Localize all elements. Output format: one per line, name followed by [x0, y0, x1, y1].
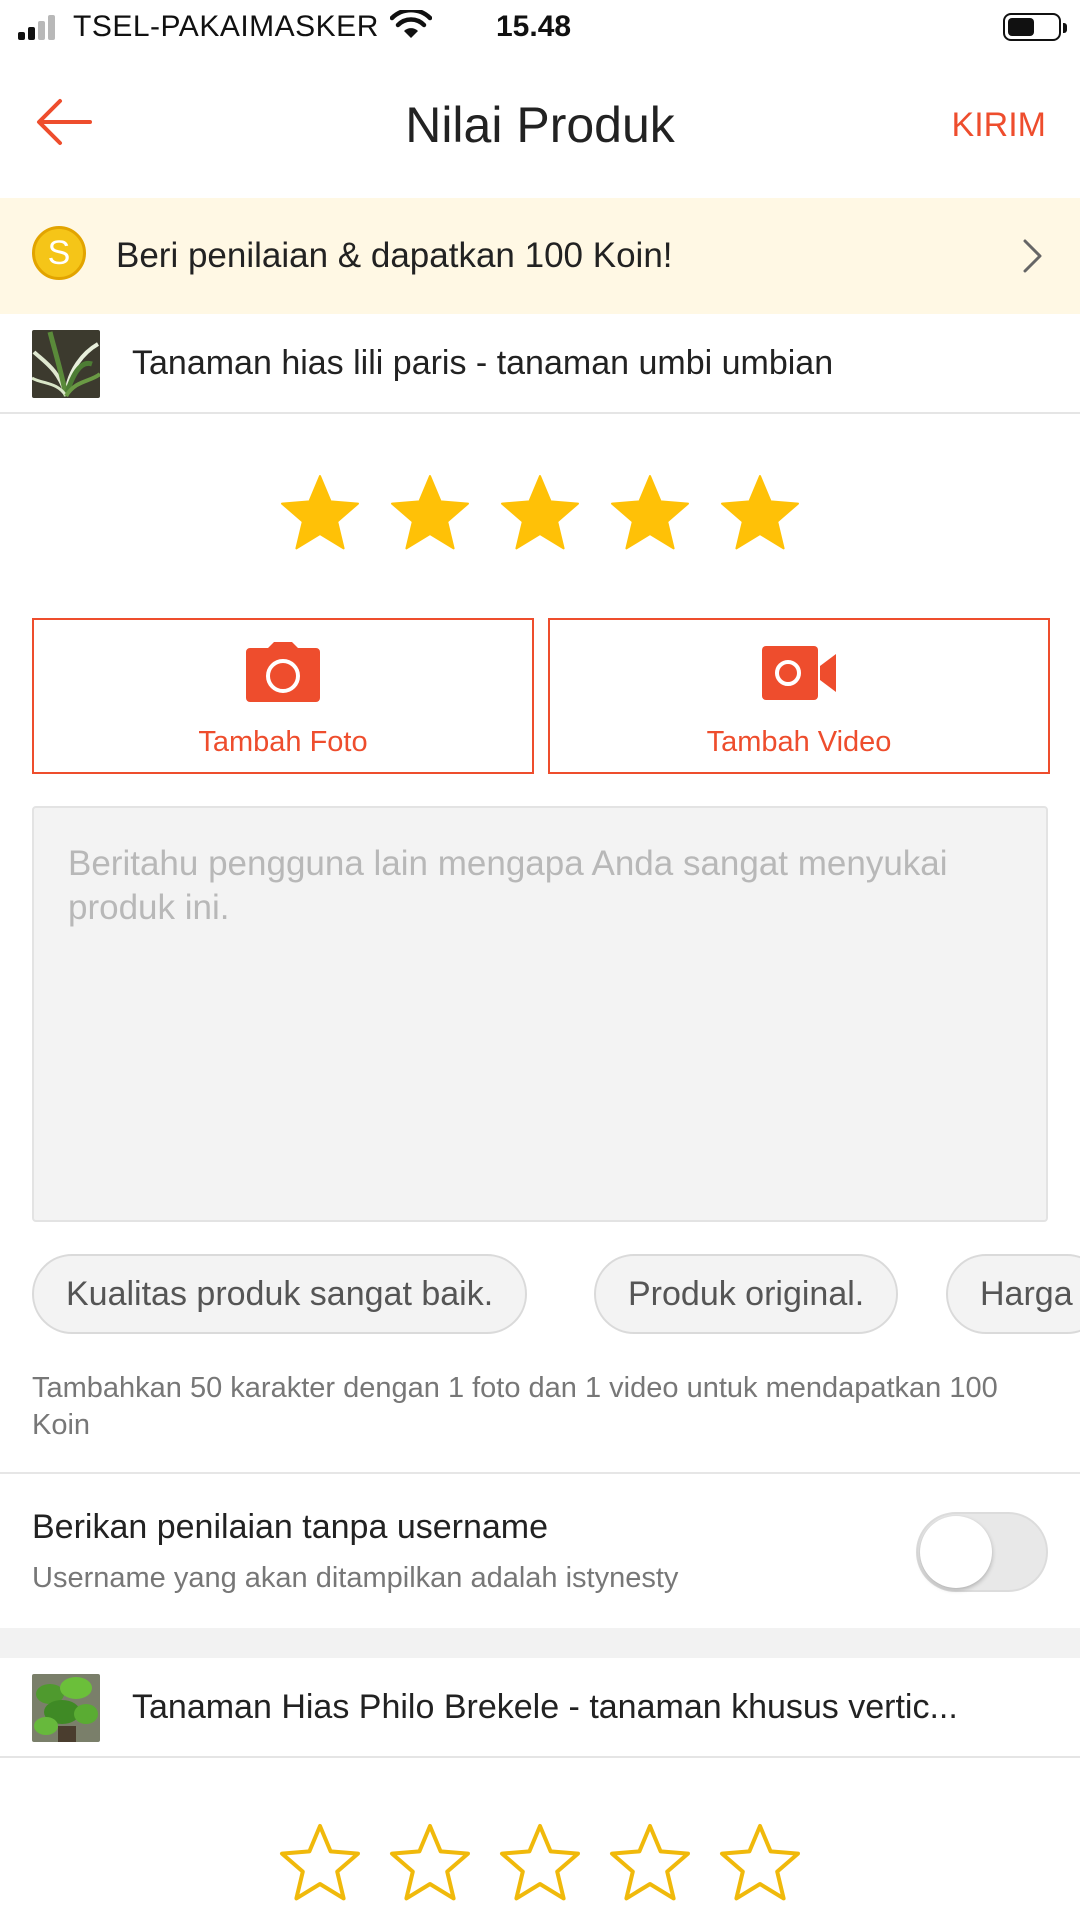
star-filled-icon[interactable] [606, 472, 694, 560]
add-video-label: Tambah Video [706, 726, 892, 758]
star-filled-icon[interactable] [276, 472, 364, 560]
quick-tag-chip[interactable]: Produk original. [594, 1254, 899, 1334]
anonymous-review-toggle[interactable] [916, 1512, 1048, 1592]
review-textarea[interactable]: Beritahu pengguna lain mengapa Anda sang… [32, 806, 1048, 1222]
quick-tag-chip[interactable]: Harga [946, 1254, 1080, 1334]
battery-icon [1003, 13, 1067, 41]
coin-symbol: S [47, 234, 71, 272]
section-separator [0, 1628, 1080, 1658]
video-camera-icon [762, 646, 836, 700]
coin-hint-text: Tambahkan 50 karakter dengan 1 foto dan … [32, 1372, 998, 1441]
top-bar: Nilai Produk KIRIM [0, 54, 1080, 200]
product-row: Tanaman hias lili paris - tanaman umbi u… [0, 314, 1080, 414]
quick-tag-chip[interactable]: Kualitas produk sangat baik. [32, 1254, 528, 1334]
add-video-button[interactable]: Tambah Video [548, 618, 1050, 774]
divider [0, 1472, 1080, 1474]
star-rating[interactable] [276, 1822, 806, 1912]
wifi-icon [390, 10, 432, 38]
add-photo-label: Tambah Foto [198, 726, 368, 758]
status-bar: TSEL-PAKAIMASKER 15.48 [0, 0, 1080, 54]
star-outline-icon[interactable] [606, 1822, 694, 1910]
signal-icon [18, 14, 62, 40]
product-name: Tanaman hias lili paris - tanaman umbi u… [132, 344, 834, 382]
camera-icon [246, 642, 320, 702]
status-time: 15.48 [496, 10, 572, 43]
product-thumbnail [32, 1674, 100, 1742]
star-outline-icon[interactable] [386, 1822, 474, 1910]
star-outline-icon[interactable] [496, 1822, 584, 1910]
review-placeholder: Beritahu pengguna lain mengapa Anda sang… [68, 844, 948, 927]
chevron-right-icon [1023, 239, 1042, 273]
coin-reward-banner[interactable]: S Beri penilaian & dapatkan 100 Koin! [0, 198, 1080, 314]
star-filled-icon[interactable] [496, 472, 584, 560]
star-outline-icon[interactable] [276, 1822, 364, 1910]
star-outline-icon[interactable] [716, 1822, 804, 1910]
coin-icon: S [32, 226, 86, 280]
anonymous-review-title: Berikan penilaian tanpa username [32, 1508, 549, 1546]
add-photo-button[interactable]: Tambah Foto [32, 618, 534, 774]
product-row: Tanaman Hias Philo Brekele - tanaman khu… [0, 1658, 1080, 1758]
anonymous-review-subtitle: Username yang akan ditampilkan adalah is… [32, 1562, 679, 1594]
star-rating[interactable] [276, 472, 806, 562]
coin-banner-text: Beri penilaian & dapatkan 100 Koin! [116, 236, 673, 275]
star-filled-icon[interactable] [716, 472, 804, 560]
product-name: Tanaman Hias Philo Brekele - tanaman khu… [132, 1688, 958, 1726]
star-filled-icon[interactable] [386, 472, 474, 560]
toggle-knob [920, 1516, 992, 1588]
page-title: Nilai Produk [405, 97, 675, 153]
product-thumbnail [32, 330, 100, 398]
carrier-name: TSEL-PAKAIMASKER [73, 10, 379, 43]
submit-button[interactable]: KIRIM [952, 106, 1046, 145]
